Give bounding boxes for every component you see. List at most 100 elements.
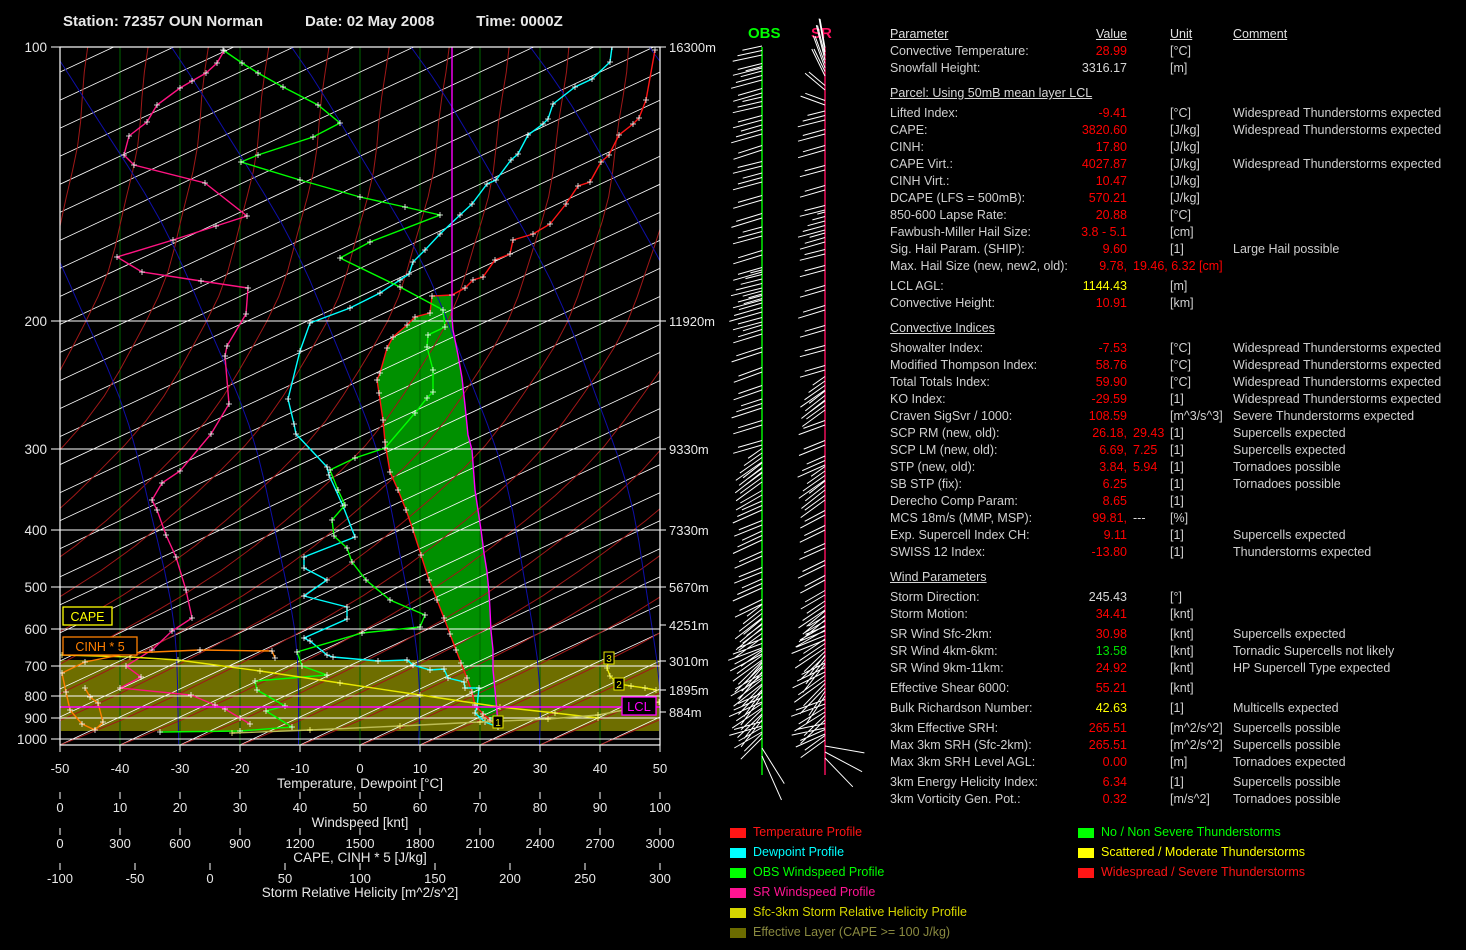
table-cell: [cm] bbox=[1170, 224, 1194, 241]
table-row: SCP RM (new, old):26.18,29.43[1]Supercel… bbox=[890, 425, 1460, 442]
table-cell: Thunderstorms expected bbox=[1233, 544, 1371, 561]
table-cell: 13.58 bbox=[890, 643, 1127, 660]
table-row: CAPE:3820.60[J/kg]Widespread Thunderstor… bbox=[890, 122, 1460, 139]
table-cell: [J/kg] bbox=[1170, 122, 1200, 139]
table-row: Convective Temperature:28.99[°C] bbox=[890, 43, 1460, 60]
axis-label: -50 bbox=[126, 871, 145, 886]
table-row: CINH Virt.:10.47[J/kg] bbox=[890, 173, 1460, 190]
isotherm-line bbox=[0, 47, 354, 745]
table-cell: 6.25 bbox=[890, 476, 1127, 493]
table-cell: [knt] bbox=[1170, 626, 1194, 643]
table-cell: 245.43 bbox=[890, 589, 1127, 606]
axis-label: 300 bbox=[109, 836, 131, 851]
table-cell: [1] bbox=[1170, 425, 1184, 442]
table-cell: 7.25 bbox=[1133, 442, 1157, 459]
table-cell: -29.59 bbox=[890, 391, 1127, 408]
legend-item: SR Windspeed Profile bbox=[730, 882, 875, 902]
axis-label: -30 bbox=[171, 761, 190, 776]
table-row: 3km Effective SRH:265.51[m^2/s^2]Superce… bbox=[890, 720, 1460, 737]
legend-label: No / Non Severe Thunderstorms bbox=[1101, 825, 1281, 839]
axis-label: 1500 bbox=[346, 836, 375, 851]
table-cell: [%] bbox=[1170, 510, 1188, 527]
table-row: Derecho Comp Param:8.65[1] bbox=[890, 493, 1460, 510]
table-cell: [°C] bbox=[1170, 207, 1191, 224]
table-row: SR Wind Sfc-2km:30.98[knt]Supercells exp… bbox=[890, 626, 1460, 643]
table-cell: Tornadic Supercells not likely bbox=[1233, 643, 1394, 660]
table-row: 3km Energy Helicity Index:6.34[1]Superce… bbox=[890, 774, 1460, 791]
axis-label: 3000 bbox=[646, 836, 675, 851]
axis-label: 500 bbox=[24, 580, 47, 595]
dry-adiabat-line bbox=[0, 47, 389, 745]
table-cell: Supercells possible bbox=[1233, 774, 1341, 791]
table-cell: [1] bbox=[1170, 241, 1184, 258]
legend-item: Effective Layer (CAPE >= 100 J/kg) bbox=[730, 922, 950, 942]
table-row: DCAPE (LFS = 500mB):570.21[J/kg] bbox=[890, 190, 1460, 207]
moist-adiabat-line bbox=[649, 47, 901, 745]
axis-label: 200 bbox=[499, 871, 521, 886]
table-cell: 34.41 bbox=[890, 606, 1127, 623]
table-row: CAPE Virt.:4027.87[J/kg]Widespread Thund… bbox=[890, 156, 1460, 173]
table-cell: [1] bbox=[1170, 527, 1184, 544]
table-row: SB STP (fix):6.25[1]Tornadoes possible bbox=[890, 476, 1460, 493]
axis-label: Temperature, Dewpoint [°C] bbox=[277, 776, 443, 791]
axis-label: -40 bbox=[111, 761, 130, 776]
legend-item: Widespread / Severe Thunderstorms bbox=[1078, 862, 1305, 882]
legend-item: No / Non Severe Thunderstorms bbox=[1078, 822, 1281, 842]
axis-label: 400 bbox=[24, 523, 47, 538]
table-cell: [knt] bbox=[1170, 643, 1194, 660]
table-cell: 30.98 bbox=[890, 626, 1127, 643]
table-cell: 9.11 bbox=[890, 527, 1127, 544]
axis-label: 40 bbox=[293, 800, 307, 815]
table-cell: Tornadoes possible bbox=[1233, 791, 1341, 808]
table-cell: 10.91 bbox=[890, 295, 1127, 312]
table-row: Exp. Supercell Index CH:9.11[1]Supercell… bbox=[890, 527, 1460, 544]
table-cell: [1] bbox=[1170, 476, 1184, 493]
axis-label: 10 bbox=[413, 761, 427, 776]
isotherm-line bbox=[0, 47, 54, 745]
table-cell: 0.00 bbox=[890, 754, 1127, 771]
axis-label: 300 bbox=[24, 442, 47, 457]
table-row: Max 3km SRH (Sfc-2km):265.51[m^2/s^2]Sup… bbox=[890, 737, 1460, 754]
axis-label: 9330m bbox=[669, 442, 709, 457]
table-cell: 59.90 bbox=[890, 374, 1127, 391]
axis-label: 900 bbox=[229, 836, 251, 851]
axis-label: LCL bbox=[627, 699, 651, 714]
table-row: MCS 18m/s (MMP, MSP):99.81,---[%] bbox=[890, 510, 1460, 527]
parameter-table: ParameterValueUnitCommentConvective Temp… bbox=[890, 26, 1460, 808]
table-cell: [knt] bbox=[1170, 680, 1194, 697]
table-cell: [1] bbox=[1170, 442, 1184, 459]
table-cell: [1] bbox=[1170, 774, 1184, 791]
table-cell: 19.46, 6.32 [cm] bbox=[1133, 258, 1223, 275]
table-cell: [J/kg] bbox=[1170, 173, 1200, 190]
axis-label: 60 bbox=[413, 800, 427, 815]
table-cell: [°] bbox=[1170, 589, 1182, 606]
axis-label: 884m bbox=[669, 705, 702, 720]
table-cell: 108.59 bbox=[890, 408, 1127, 425]
legend-swatch bbox=[730, 848, 746, 858]
table-cell: 17.80 bbox=[890, 139, 1127, 156]
axis-label: 2700 bbox=[586, 836, 615, 851]
table-cell: [°C] bbox=[1170, 374, 1191, 391]
table-cell: 42.63 bbox=[890, 700, 1127, 717]
axis-label: 0 bbox=[206, 871, 213, 886]
table-cell: Severe Thunderstorms expected bbox=[1233, 408, 1414, 425]
axis-label: 20 bbox=[173, 800, 187, 815]
axis-label: 4251m bbox=[669, 618, 709, 633]
axis-label: CAPE, CINH * 5 [J/kg] bbox=[293, 850, 427, 865]
table-cell: Supercells possible bbox=[1233, 720, 1341, 737]
table-row: Storm Motion:34.41[knt] bbox=[890, 606, 1460, 623]
table-cell: 6.34 bbox=[890, 774, 1127, 791]
axis-label: -100 bbox=[47, 871, 73, 886]
table-row: 850-600 Lapse Rate:20.88[°C] bbox=[890, 207, 1460, 224]
table-cell: [km] bbox=[1170, 295, 1194, 312]
table-cell: Widespread Thunderstorms expected bbox=[1233, 357, 1441, 374]
table-cell: 3.84, bbox=[890, 459, 1127, 476]
table-cell: 1144.43 bbox=[890, 278, 1127, 295]
legend-label: Dewpoint Profile bbox=[753, 845, 844, 859]
table-cell: HP Supercell Type expected bbox=[1233, 660, 1390, 677]
legend-swatch bbox=[1078, 828, 1094, 838]
axis-label: 800 bbox=[24, 689, 47, 704]
table-cell: [1] bbox=[1170, 459, 1184, 476]
table-row: SWISS 12 Index:-13.80[1]Thunderstorms ex… bbox=[890, 544, 1460, 561]
sounding-analysis-screen: Station: 72357 OUN NormanDate: 02 May 20… bbox=[0, 0, 1466, 950]
